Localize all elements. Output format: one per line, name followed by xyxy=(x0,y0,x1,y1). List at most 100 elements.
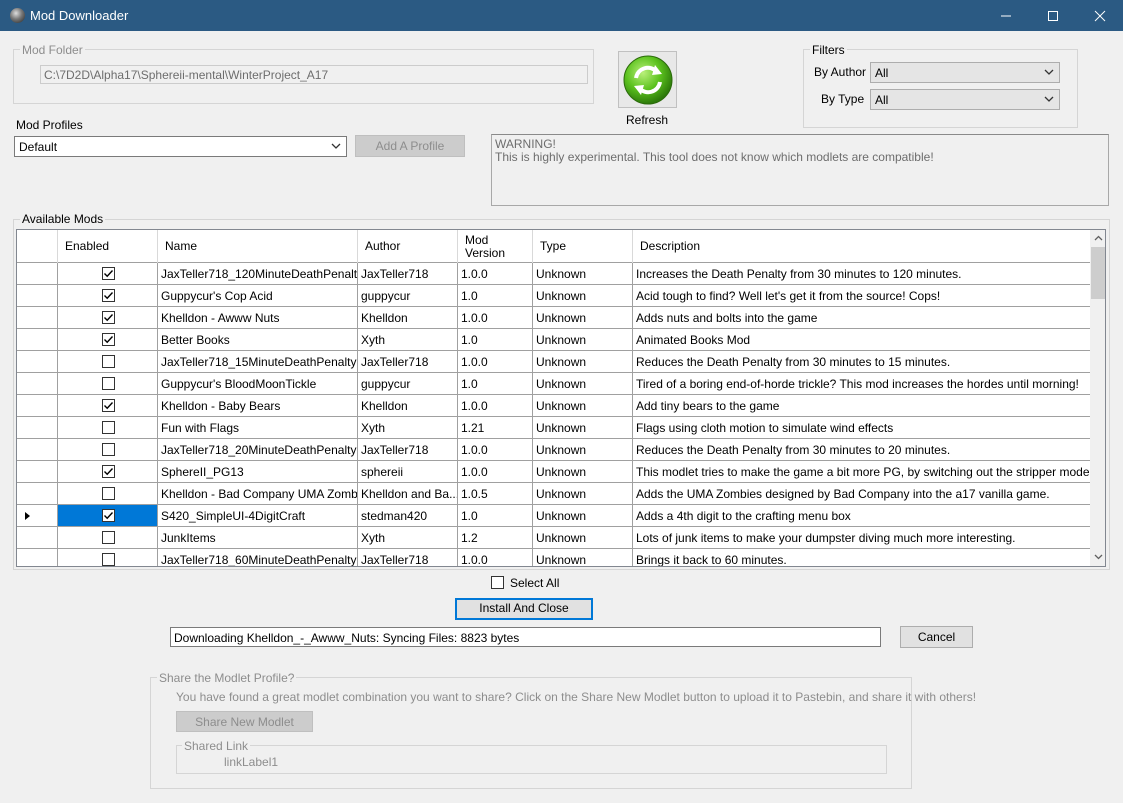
cell-author[interactable]: stedman420 xyxy=(358,505,458,526)
status-field[interactable]: Downloading Khelldon_-_Awww_Nuts: Syncin… xyxy=(170,627,881,647)
cell-name[interactable]: Khelldon - Baby Bears xyxy=(158,395,358,416)
cell-name[interactable]: JaxTeller718_20MinuteDeathPenalty xyxy=(158,439,358,460)
cancel-button[interactable]: Cancel xyxy=(900,626,973,648)
enabled-checkbox[interactable] xyxy=(102,509,115,522)
cell-description[interactable]: Tired of a boring end-of-horde trickle? … xyxy=(633,373,1090,394)
cell-name[interactable]: Khelldon - Bad Company UMA Zombies xyxy=(158,483,358,504)
cell-author[interactable]: Khelldon xyxy=(358,307,458,328)
maximize-button[interactable] xyxy=(1030,0,1076,31)
row-header[interactable] xyxy=(17,373,58,394)
cell-description[interactable]: Adds nuts and bolts into the game xyxy=(633,307,1090,328)
cell-type[interactable]: Unknown xyxy=(533,483,633,504)
cell-author[interactable]: Xyth xyxy=(358,527,458,548)
cell-author[interactable]: guppycur xyxy=(358,373,458,394)
type-filter-select[interactable]: All xyxy=(870,89,1060,110)
table-row[interactable]: S420_SimpleUI-4DigitCraft stedman420 1.0 Un… xyxy=(17,505,1090,527)
grid-vertical-scrollbar[interactable] xyxy=(1090,230,1105,566)
cell-type[interactable]: Unknown xyxy=(533,461,633,482)
table-row[interactable]: Better Books Xyth 1.0 Unknown Animated Books… xyxy=(17,329,1090,351)
cell-description[interactable]: Add tiny bears to the game xyxy=(633,395,1090,416)
cell-type[interactable]: Unknown xyxy=(533,505,633,526)
cell-description[interactable]: Reduces the Death Penalty from 30 minute… xyxy=(633,351,1090,372)
row-header[interactable] xyxy=(17,263,58,284)
cell-version[interactable]: 1.0 xyxy=(458,285,533,306)
cell-type[interactable]: Unknown xyxy=(533,351,633,372)
cell-type[interactable]: Unknown xyxy=(533,285,633,306)
table-row[interactable]: JaxTeller718_20MinuteDeathPenalty JaxTell… xyxy=(17,439,1090,461)
share-new-modlet-button[interactable]: Share New Modlet xyxy=(176,711,313,732)
row-header[interactable] xyxy=(17,307,58,328)
table-row[interactable]: Fun with Flags Xyth 1.21 Unknown Flags using… xyxy=(17,417,1090,439)
cell-version[interactable]: 1.0.0 xyxy=(458,263,533,284)
cell-version[interactable]: 1.0 xyxy=(458,373,533,394)
cell-name[interactable]: JaxTeller718_120MinuteDeathPenalty xyxy=(158,263,358,284)
cell-version[interactable]: 1.0.0 xyxy=(458,395,533,416)
row-header[interactable] xyxy=(17,483,58,504)
cell-type[interactable]: Unknown xyxy=(533,417,633,438)
close-button[interactable] xyxy=(1077,0,1123,31)
cell-name[interactable]: S420_SimpleUI-4DigitCraft xyxy=(158,505,358,526)
add-profile-button[interactable]: Add A Profile xyxy=(355,135,465,157)
cell-version[interactable]: 1.0 xyxy=(458,329,533,350)
shared-link-label[interactable]: linkLabel1 xyxy=(224,755,278,769)
enabled-checkbox[interactable] xyxy=(102,465,115,478)
cell-name[interactable]: Guppycur's BloodMoonTickle xyxy=(158,373,358,394)
cell-author[interactable]: Xyth xyxy=(358,329,458,350)
cell-description[interactable]: Adds a 4th digit to the crafting menu bo… xyxy=(633,505,1090,526)
row-header[interactable] xyxy=(17,439,58,460)
minimize-button[interactable] xyxy=(983,0,1029,31)
cell-name[interactable]: JaxTeller718_60MinuteDeathPenalty xyxy=(158,549,358,566)
table-row[interactable]: Khelldon - Awww Nuts Khelldon 1.0.0 Unknown… xyxy=(17,307,1090,329)
author-filter-select[interactable]: All xyxy=(870,62,1060,83)
cell-description[interactable]: Reduces the Death Penalty from 30 minute… xyxy=(633,439,1090,460)
table-row[interactable]: JaxTeller718_120MinuteDeathPenalty JaxTel… xyxy=(17,263,1090,285)
cell-name[interactable]: Better Books xyxy=(158,329,358,350)
table-row[interactable]: Khelldon - Baby Bears Khelldon 1.0.0 Unknow… xyxy=(17,395,1090,417)
cell-name[interactable]: Fun with Flags xyxy=(158,417,358,438)
column-header-version[interactable]: Mod Version xyxy=(458,230,533,263)
column-header-type[interactable]: Type xyxy=(533,230,633,263)
cell-name[interactable]: JunkItems xyxy=(158,527,358,548)
refresh-button[interactable] xyxy=(618,51,677,108)
cell-name[interactable]: Khelldon - Awww Nuts xyxy=(158,307,358,328)
table-row[interactable]: Guppycur's BloodMoonTickle guppycur 1.0 Unk… xyxy=(17,373,1090,395)
cell-description[interactable]: Brings it back to 60 minutes. xyxy=(633,549,1090,566)
cell-name[interactable]: JaxTeller718_15MinuteDeathPenalty xyxy=(158,351,358,372)
enabled-checkbox[interactable] xyxy=(102,531,115,544)
enabled-checkbox[interactable] xyxy=(102,333,115,346)
table-row[interactable]: Khelldon - Bad Company UMA Zombies Khelld… xyxy=(17,483,1090,505)
table-row[interactable]: SphereII_PG13 sphereii 1.0.0 Unknown This mo… xyxy=(17,461,1090,483)
cell-description[interactable]: This modlet tries to make the game a bit… xyxy=(633,461,1090,482)
enabled-checkbox[interactable] xyxy=(102,267,115,280)
cell-author[interactable]: JaxTeller718 xyxy=(358,549,458,566)
cell-version[interactable]: 1.0.0 xyxy=(458,439,533,460)
cell-version[interactable]: 1.0.5 xyxy=(458,483,533,504)
scroll-down-arrow-icon[interactable] xyxy=(1090,549,1105,566)
cell-type[interactable]: Unknown xyxy=(533,329,633,350)
cell-description[interactable]: Animated Books Mod xyxy=(633,329,1090,350)
row-header[interactable] xyxy=(17,505,58,526)
cell-version[interactable]: 1.0.0 xyxy=(458,461,533,482)
row-header[interactable] xyxy=(17,417,58,438)
cell-version[interactable]: 1.21 xyxy=(458,417,533,438)
cell-author[interactable]: Khelldon and Ba... xyxy=(358,483,458,504)
row-header[interactable] xyxy=(17,351,58,372)
cell-version[interactable]: 1.0.0 xyxy=(458,549,533,566)
column-header-name[interactable]: Name xyxy=(158,230,358,263)
column-header-enabled[interactable]: Enabled xyxy=(58,230,158,263)
row-header[interactable] xyxy=(17,329,58,350)
enabled-checkbox[interactable] xyxy=(102,289,115,302)
cell-version[interactable]: 1.2 xyxy=(458,527,533,548)
enabled-checkbox[interactable] xyxy=(102,443,115,456)
enabled-checkbox[interactable] xyxy=(102,399,115,412)
column-header-author[interactable]: Author xyxy=(358,230,458,263)
cell-description[interactable]: Increases the Death Penalty from 30 minu… xyxy=(633,263,1090,284)
row-header[interactable] xyxy=(17,285,58,306)
cell-description[interactable]: Acid tough to find? Well let's get it fr… xyxy=(633,285,1090,306)
row-header[interactable] xyxy=(17,527,58,548)
table-row[interactable]: JaxTeller718_15MinuteDeathPenalty JaxTell… xyxy=(17,351,1090,373)
mod-folder-path[interactable]: C:\7D2D\Alpha17\Sphereii-mental\WinterPr… xyxy=(40,65,588,84)
enabled-checkbox[interactable] xyxy=(102,311,115,324)
cell-type[interactable]: Unknown xyxy=(533,307,633,328)
scroll-up-arrow-icon[interactable] xyxy=(1090,230,1105,247)
